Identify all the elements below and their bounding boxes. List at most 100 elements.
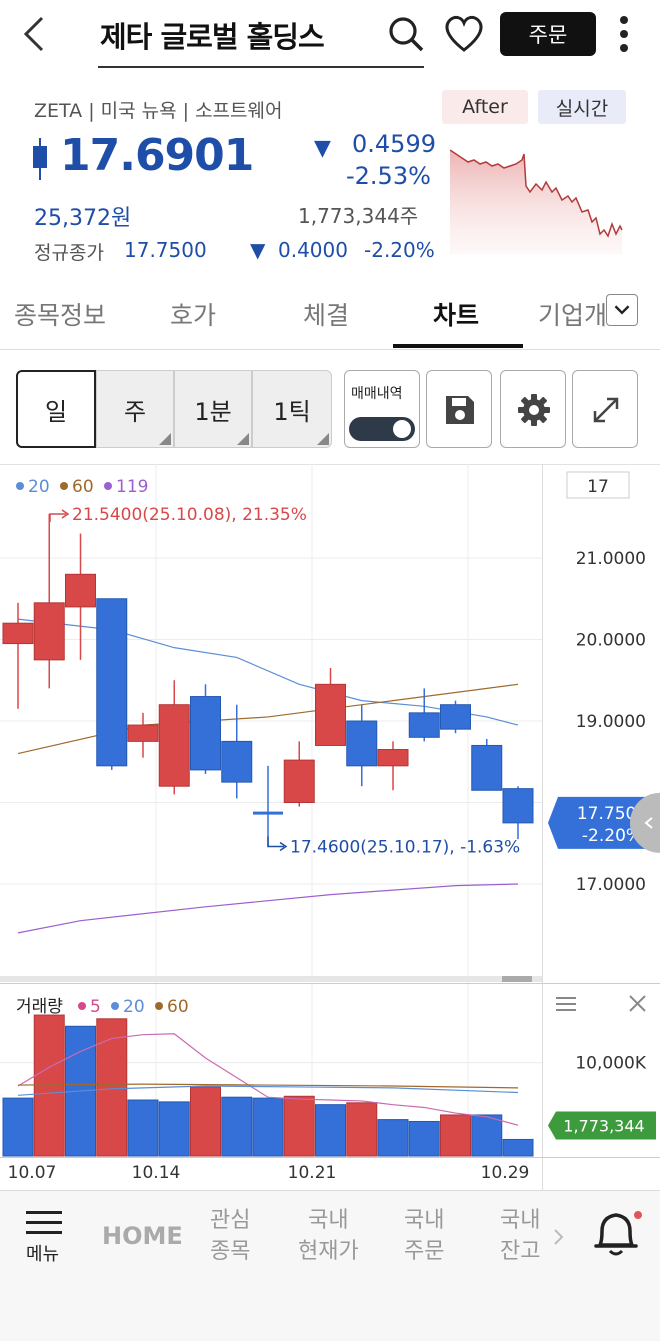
volume-bar — [158, 1101, 190, 1157]
volume-bar — [471, 1114, 503, 1157]
order-button[interactable]: 주문 — [500, 12, 596, 56]
volume-bar — [252, 1097, 284, 1157]
current-price: 17.6901 — [60, 130, 254, 181]
volume-ma-legend-dot — [155, 1002, 163, 1010]
period-minute[interactable]: 1분 — [174, 370, 252, 448]
candle-body — [440, 704, 471, 730]
trade-volume: 1,773,344주 — [298, 204, 419, 228]
candle-body — [253, 811, 283, 815]
volume-bar — [377, 1119, 409, 1157]
y-tick-label: 19.0000 — [576, 712, 646, 732]
chevron-right-icon[interactable] — [552, 1227, 566, 1247]
tab-company[interactable]: 기업개 — [538, 296, 607, 332]
volume-chart[interactable]: 거래량 5 20 60 10,000K 1,773,344 10.07 10.14 10.21 1… — [0, 995, 660, 1183]
hamburger-icon — [556, 997, 576, 1011]
candle-body — [471, 744, 503, 791]
x-axis-line — [0, 1157, 660, 1158]
realtime-badge[interactable]: 실시간 — [538, 90, 626, 124]
more-vertical-icon[interactable] — [614, 12, 634, 56]
search-icon[interactable] — [386, 14, 426, 54]
candle-body — [315, 683, 346, 746]
low-annotation-arrow — [267, 836, 284, 848]
candle-body — [65, 573, 96, 608]
heart-icon[interactable] — [442, 14, 486, 54]
y-tick-label: 20.0000 — [576, 631, 646, 651]
expand-button[interactable] — [572, 370, 638, 448]
down-triangle-icon: ▼ — [314, 136, 331, 161]
price-change-pct: -2.53% — [346, 162, 431, 190]
tabs-more-button[interactable] — [606, 294, 638, 326]
after-hours-badge[interactable]: After — [442, 90, 528, 124]
volume-title: 거래량 — [16, 997, 63, 1017]
panel-divider — [0, 983, 660, 984]
trade-history-label: 매매내역 — [351, 386, 403, 402]
candle-body — [408, 712, 440, 738]
nav-menu-label[interactable]: 메뉴 — [26, 1239, 59, 1270]
nav-watchlist[interactable]: 관심 종목 — [210, 1205, 250, 1267]
nav-domestic-price-line1: 국내 — [308, 1208, 349, 1233]
ma-legend-label: 119 — [116, 477, 148, 497]
candle-body — [96, 598, 128, 767]
close-down-triangle-icon: ▼ — [250, 238, 266, 262]
tab-stock-info[interactable]: 종목정보 — [14, 296, 106, 332]
intraday-sparkline[interactable] — [450, 140, 626, 254]
volume-bar — [2, 1097, 34, 1157]
nav-domestic-order[interactable]: 국내 주문 — [404, 1205, 444, 1267]
x-tick-label: 10.21 — [288, 1163, 337, 1183]
bell-icon[interactable] — [590, 1205, 646, 1263]
volume-bar — [440, 1114, 471, 1157]
nav-domestic-price[interactable]: 국내 현재가 — [298, 1205, 359, 1267]
ma-legend-label: 20 — [28, 477, 50, 497]
candle-body — [33, 602, 65, 661]
nav-domestic-order-line2: 주문 — [404, 1239, 445, 1264]
candle-body — [346, 720, 378, 767]
volume-ma-legend-label: 5 — [90, 997, 101, 1017]
volume-bar — [190, 1086, 221, 1157]
current-volume-label: 1,773,344 — [563, 1116, 644, 1135]
x-tick-label: 10.07 — [8, 1163, 57, 1183]
volume-bar — [283, 1095, 315, 1157]
volume-ma-legend-label: 20 — [123, 997, 145, 1017]
y-tick-label: 21.0000 — [576, 549, 646, 569]
stock-meta: ZETA | 미국 뉴욕 | 소프트웨어 — [34, 100, 283, 122]
candle-body — [158, 704, 190, 787]
period-box-label: 17 — [587, 477, 609, 497]
volume-bar — [33, 1014, 65, 1157]
toggle-switch-icon — [349, 417, 415, 441]
ma119-line — [17, 883, 519, 934]
save-button[interactable] — [426, 370, 492, 448]
settings-button[interactable] — [500, 370, 566, 448]
menu-icon[interactable] — [26, 1209, 62, 1237]
tab-quote[interactable]: 호가 — [170, 296, 216, 332]
candle-body — [2, 622, 34, 645]
period-week[interactable]: 주 — [96, 370, 174, 448]
stock-title[interactable]: 제타 글로벌 홀딩스 — [100, 14, 325, 56]
low-annotation: 17.4600(25.10.17), -1.63% — [290, 838, 520, 858]
nav-domestic-balance[interactable]: 국내 잔고 — [500, 1205, 540, 1267]
volume-y-tick-label: 10,000K — [575, 1054, 646, 1074]
volume-ma-legend-dot — [111, 1002, 119, 1010]
volume-bar — [127, 1099, 159, 1157]
chart-scrollbar-thumb — [502, 976, 532, 982]
volume-bar — [346, 1102, 378, 1157]
tab-chart[interactable]: 차트 — [433, 296, 479, 332]
expand-icon — [593, 397, 619, 423]
nav-domestic-balance-line2: 잔고 — [500, 1239, 541, 1264]
nav-watchlist-line1: 관심 — [210, 1208, 251, 1233]
stock-charts[interactable]: 20 60 119 17 21.0000 20.0000 19.0000 17.0000 21.… — [0, 464, 660, 1190]
tab-trades[interactable]: 체결 — [303, 296, 349, 332]
trade-history-toggle[interactable]: 매매내역 — [344, 370, 420, 448]
x-tick-label: 10.29 — [481, 1163, 530, 1183]
candle-body — [502, 788, 534, 824]
back-arrow-icon[interactable] — [18, 14, 54, 54]
period-day[interactable]: 일 — [16, 370, 96, 448]
axis-divider — [542, 464, 543, 1190]
title-underline — [98, 66, 424, 68]
candle-body — [221, 740, 253, 783]
nav-home[interactable]: HOME — [102, 1221, 183, 1252]
ma-legend-dot — [16, 482, 24, 490]
dropdown-corner-icon — [159, 433, 171, 445]
period-tick[interactable]: 1틱 — [252, 370, 332, 448]
volume-bar — [502, 1138, 534, 1157]
ma-legend-dot — [104, 482, 112, 490]
